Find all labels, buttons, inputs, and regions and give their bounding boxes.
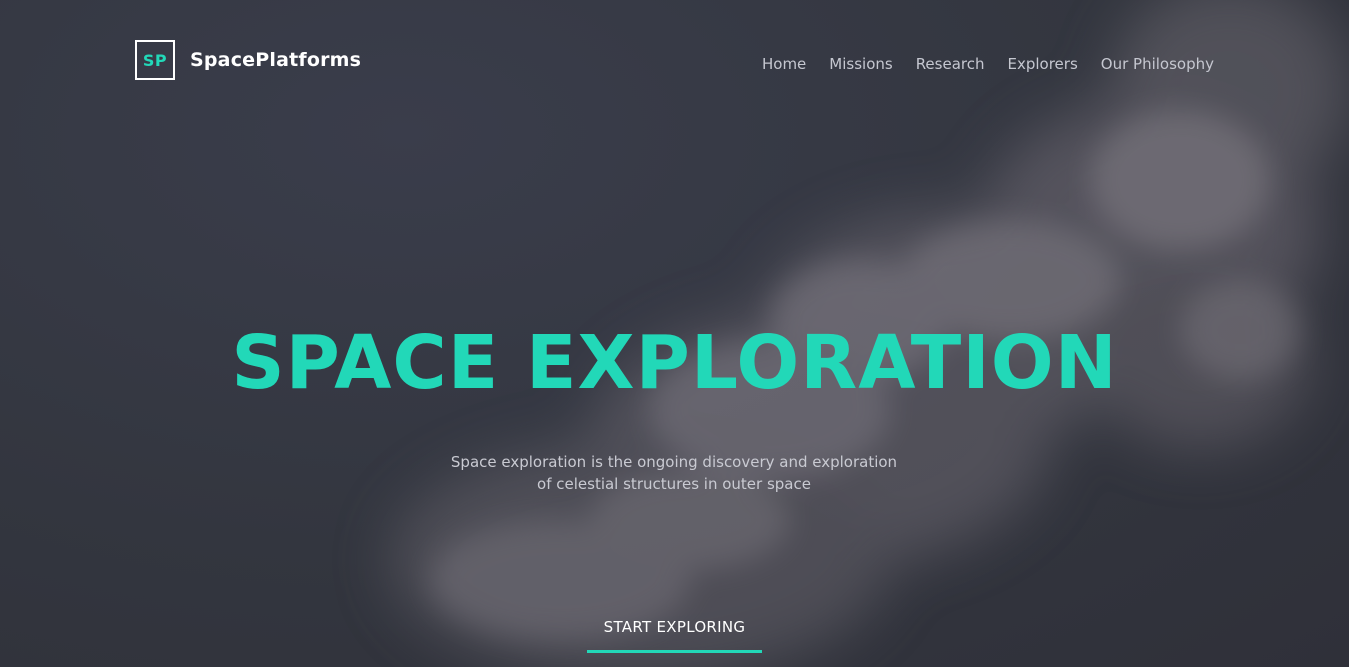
hero-title: SPACE EXPLORATION [231, 320, 1118, 406]
brand-name: SpacePlatforms [190, 49, 362, 71]
start-exploring-button[interactable]: START EXPLORING [587, 610, 762, 653]
hero-subtitle-line-1: Space exploration is the ongoing discove… [450, 453, 898, 471]
hero-subtitle-line-2: of celestial structures in outer space [537, 475, 811, 493]
nav-item-explorers[interactable]: Explorers [1008, 55, 1078, 73]
logo-mark: SP [135, 40, 175, 80]
nav-item-our-philosophy[interactable]: Our Philosophy [1101, 55, 1214, 73]
hero-section: SP SpacePlatforms Home Missions Research… [0, 0, 1349, 667]
main-nav: Home Missions Research Explorers Our Phi… [739, 55, 1214, 73]
nav-item-research[interactable]: Research [916, 55, 985, 73]
nav-item-home[interactable]: Home [762, 55, 806, 73]
logo-link[interactable]: SP SpacePlatforms [135, 40, 361, 80]
nav-item-missions[interactable]: Missions [829, 55, 892, 73]
hero-subtitle: Space exploration is the ongoing discove… [424, 451, 924, 495]
